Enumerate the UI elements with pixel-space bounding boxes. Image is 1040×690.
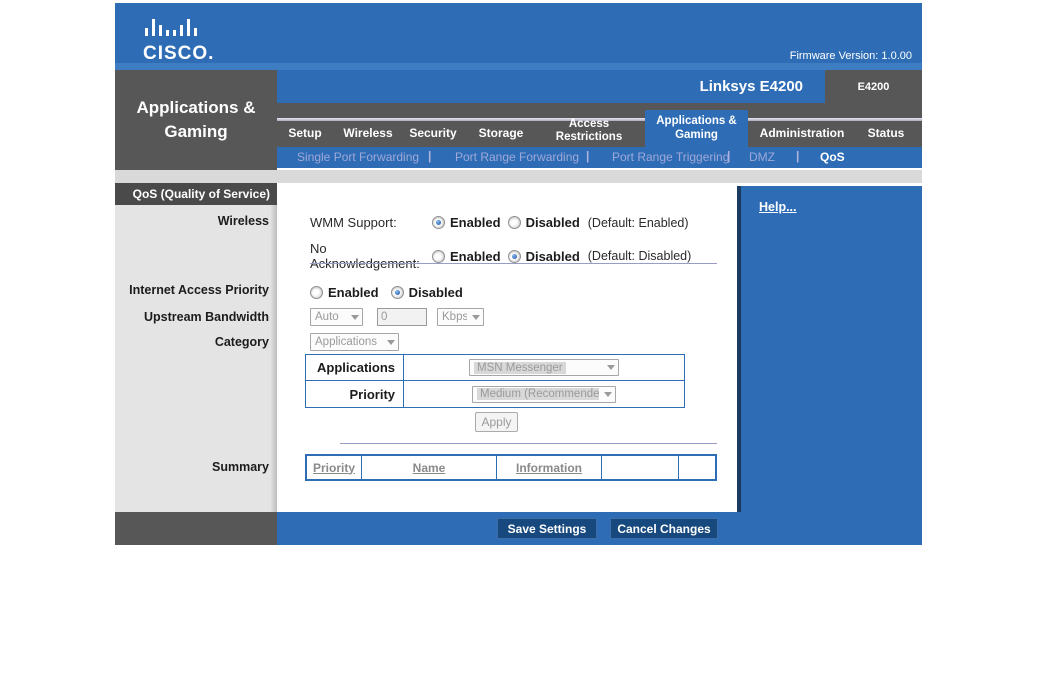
priority-row-label: Priority bbox=[306, 381, 404, 407]
category-select[interactable]: Applications bbox=[310, 333, 399, 351]
wmm-disabled-label: Disabled bbox=[526, 215, 580, 230]
no-ack-disabled-radio[interactable] bbox=[508, 250, 521, 263]
wmm-support-label: WMM Support: bbox=[310, 215, 432, 230]
subnav-separator: | bbox=[586, 149, 589, 163]
iap-disabled-label: Disabled bbox=[409, 285, 463, 300]
sidebar-footer-block bbox=[115, 512, 277, 545]
tab-setup[interactable]: Setup bbox=[275, 121, 335, 147]
priority-select-value: Medium (Recommended) bbox=[477, 388, 599, 400]
iap-enabled-label: Enabled bbox=[328, 285, 379, 300]
page-gap-strip bbox=[115, 170, 922, 183]
no-ack-row: No Acknowledgement: Enabled Disabled (De… bbox=[310, 241, 730, 271]
summary-information-link[interactable]: Information bbox=[516, 461, 582, 475]
internet-access-priority-row: Enabled Disabled bbox=[310, 285, 570, 300]
upstream-bandwidth-input[interactable] bbox=[377, 308, 427, 326]
wmm-enabled-label: Enabled bbox=[450, 215, 501, 230]
summary-empty-cell bbox=[602, 456, 679, 479]
help-link[interactable]: Help... bbox=[759, 200, 797, 214]
no-ack-enabled-radio[interactable] bbox=[432, 250, 445, 263]
subnav-separator: | bbox=[796, 149, 799, 163]
tab-storage[interactable]: Storage bbox=[467, 121, 535, 147]
table-row: Priority Medium (Recommended) bbox=[306, 381, 684, 407]
summary-empty-cell bbox=[679, 456, 715, 479]
subnav-dmz[interactable]: DMZ bbox=[749, 150, 775, 164]
upstream-unit-select[interactable]: Kbps bbox=[437, 308, 484, 326]
brand-name: Linksys E4200 bbox=[700, 78, 803, 95]
summary-header-name: Name bbox=[362, 456, 497, 479]
section-header: QoS (Quality of Service) bbox=[115, 183, 277, 205]
applications-select-value: MSN Messenger bbox=[474, 362, 566, 374]
upstream-mode-select[interactable]: Auto bbox=[310, 308, 363, 326]
upstream-unit-value: Kbps bbox=[442, 311, 467, 323]
model-badge: E4200 bbox=[825, 70, 922, 103]
subnav-separator: | bbox=[727, 149, 730, 163]
cancel-changes-button[interactable]: Cancel Changes bbox=[610, 518, 718, 539]
chevron-down-icon bbox=[387, 340, 395, 345]
router-admin-window: CISCO. Firmware Version: 1.0.00 Applicat… bbox=[115, 3, 922, 545]
summary-table: Priority Name Information bbox=[305, 454, 717, 481]
applications-row-label: Applications bbox=[306, 355, 404, 380]
tab-security[interactable]: Security bbox=[403, 121, 463, 147]
sidebar-label-category: Category bbox=[115, 335, 269, 349]
wmm-disabled-radio[interactable] bbox=[508, 216, 521, 229]
help-panel: Help... bbox=[737, 186, 922, 512]
priority-select[interactable]: Medium (Recommended) bbox=[472, 386, 616, 403]
iap-enabled-radio[interactable] bbox=[310, 286, 323, 299]
subnav-port-range-forwarding[interactable]: Port Range Forwarding bbox=[455, 150, 579, 164]
no-ack-enabled-label: Enabled bbox=[450, 249, 501, 264]
wmm-default-note: (Default: Enabled) bbox=[588, 216, 689, 230]
summary-header-information: Information bbox=[497, 456, 602, 479]
tab-wireless[interactable]: Wireless bbox=[337, 121, 399, 147]
header-accent-strip bbox=[115, 63, 922, 70]
chevron-down-icon bbox=[472, 315, 480, 320]
subnav-single-port-forwarding[interactable]: Single Port Forwarding bbox=[297, 150, 419, 164]
category-value: Applications bbox=[315, 336, 377, 348]
apply-button[interactable]: Apply bbox=[475, 412, 518, 432]
summary-section-divider bbox=[340, 443, 717, 444]
iap-disabled-radio[interactable] bbox=[391, 286, 404, 299]
summary-name-link[interactable]: Name bbox=[413, 461, 446, 475]
summary-header-priority: Priority bbox=[307, 456, 362, 479]
no-ack-disabled-label: Disabled bbox=[526, 249, 580, 264]
wireless-section-divider bbox=[310, 263, 717, 264]
tab-status[interactable]: Status bbox=[855, 121, 917, 147]
chevron-down-icon bbox=[604, 392, 612, 397]
sidebar-label-upstream-bandwidth: Upstream Bandwidth bbox=[115, 310, 269, 324]
no-ack-label: No Acknowledgement: bbox=[310, 241, 432, 271]
brand-banner: Linksys E4200 bbox=[277, 70, 825, 103]
summary-priority-link[interactable]: Priority bbox=[313, 461, 355, 475]
page-title: Applications & Gaming bbox=[115, 70, 277, 170]
chevron-down-icon bbox=[607, 365, 615, 370]
cisco-logo-text: CISCO. bbox=[143, 43, 214, 65]
subnav-qos[interactable]: QoS bbox=[820, 150, 845, 164]
chevron-down-icon bbox=[351, 315, 359, 320]
tab-administration[interactable]: Administration bbox=[753, 121, 851, 147]
save-settings-button[interactable]: Save Settings bbox=[497, 518, 597, 539]
cisco-logo: CISCO. bbox=[143, 15, 214, 65]
sidebar-label-wireless: Wireless bbox=[115, 214, 269, 228]
cisco-bridge-icon bbox=[143, 15, 205, 37]
tab-applications-gaming[interactable]: Applications & Gaming bbox=[645, 110, 748, 147]
firmware-version: Firmware Version: 1.0.00 bbox=[790, 50, 912, 62]
subnav-separator: | bbox=[428, 149, 431, 163]
sidebar-label-summary: Summary bbox=[115, 460, 269, 474]
wmm-enabled-radio[interactable] bbox=[432, 216, 445, 229]
wmm-support-row: WMM Support: Enabled Disabled (Default: … bbox=[310, 215, 730, 230]
table-row: Applications MSN Messenger bbox=[306, 355, 684, 381]
applications-select[interactable]: MSN Messenger bbox=[469, 359, 619, 376]
application-priority-table: Applications MSN Messenger Priority Medi… bbox=[305, 354, 685, 408]
sidebar-label-internet-access-priority: Internet Access Priority bbox=[115, 283, 269, 297]
upstream-mode-value: Auto bbox=[315, 311, 339, 323]
model-label: E4200 bbox=[858, 81, 890, 93]
no-ack-default-note: (Default: Disabled) bbox=[588, 249, 692, 263]
footer-bar bbox=[277, 512, 922, 545]
subnav-port-range-triggering[interactable]: Port Range Triggering bbox=[612, 150, 729, 164]
tab-access-restrictions[interactable]: Access Restrictions bbox=[540, 115, 638, 147]
